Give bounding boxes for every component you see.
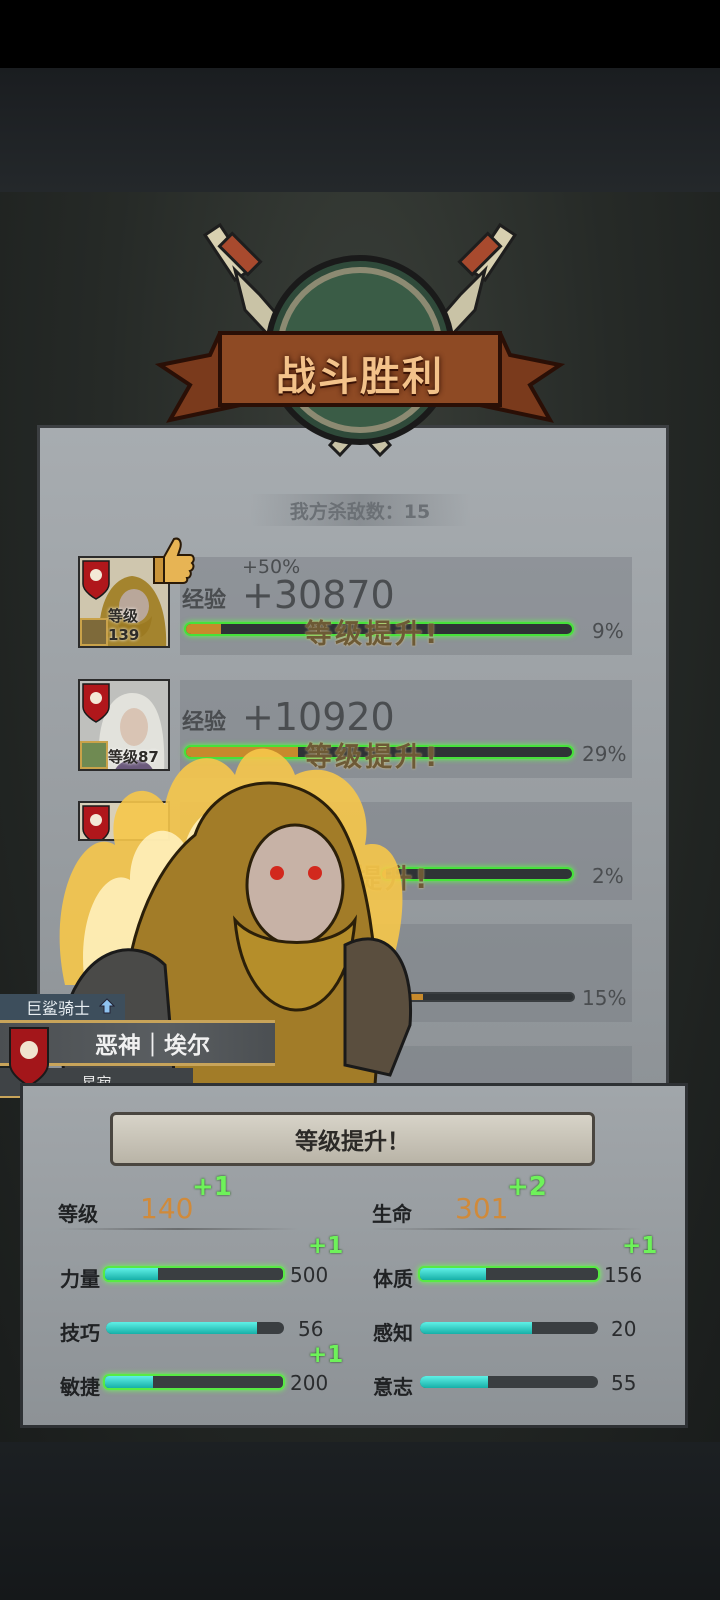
level-value: 140 [140, 1192, 194, 1225]
level-label: 等级 [58, 1202, 98, 1226]
stat-value: 20 [611, 1317, 637, 1341]
stat-label: 体质 [373, 1267, 413, 1291]
stat-bar [418, 1266, 600, 1282]
stat-value: 156 [604, 1263, 643, 1287]
exp-percent: 2% [592, 864, 624, 888]
exp-percent: 29% [582, 742, 627, 766]
faction-shield-icon [82, 683, 110, 723]
divider [372, 1228, 642, 1230]
stat-label: 意志 [373, 1375, 413, 1399]
level-plus: +1 [192, 1172, 232, 1202]
thumbs-up-icon [153, 537, 195, 584]
rank-up-icon [99, 998, 115, 1014]
life-plus: +2 [507, 1172, 547, 1202]
exp-value: +10920 [242, 695, 395, 739]
life-value: 301 [455, 1192, 509, 1225]
stat-bar [103, 1266, 285, 1282]
stat-value: 500 [290, 1263, 329, 1287]
divider [58, 1228, 298, 1230]
faction-crest-icon [9, 1027, 49, 1088]
stat-bar [420, 1376, 598, 1388]
exp-label: 经验 [182, 710, 227, 735]
kill-count: 我方杀敌数：15 [250, 494, 470, 526]
stat-label: 力量 [60, 1267, 100, 1291]
stat-label: 感知 [373, 1321, 413, 1345]
exp-label: 经验 [182, 588, 227, 613]
level-up-text: 等级提升! [305, 619, 441, 650]
hero-level: 等级139 [108, 607, 140, 644]
stat-value: 55 [611, 1371, 637, 1395]
background-bottom [0, 1442, 720, 1600]
stat-label: 技巧 [60, 1321, 100, 1345]
exp-value: +30870 [242, 573, 395, 617]
exp-percent: 9% [592, 619, 624, 643]
stat-plus: +1 [308, 1233, 344, 1259]
stat-bar [106, 1322, 284, 1334]
sword-class-icon [80, 618, 108, 646]
stat-bar [420, 1322, 598, 1334]
stat-bar [103, 1374, 285, 1390]
stat-plus: +1 [622, 1233, 658, 1259]
background-top [0, 68, 720, 192]
victory-title: 战斗胜利 [276, 354, 444, 400]
stat-value: 56 [298, 1317, 324, 1341]
stat-value: 200 [290, 1371, 329, 1395]
exp-percent: 15% [582, 986, 627, 1010]
level-up-panel-title: 等级提升！ [110, 1112, 595, 1166]
stat-plus: +1 [308, 1342, 344, 1368]
faction-shield-icon [82, 560, 110, 600]
stat-label: 敏捷 [60, 1375, 100, 1399]
status-bar [0, 0, 720, 68]
life-label: 生命 [372, 1202, 412, 1226]
